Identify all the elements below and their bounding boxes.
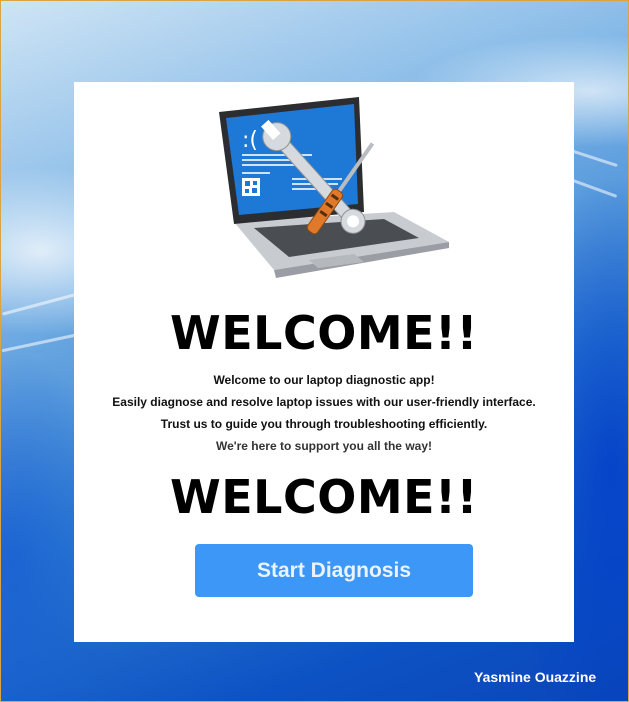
intro-text: Welcome to our laptop diagnostic app! Ea… [74, 369, 574, 457]
laptop-repair-icon: :( [219, 97, 449, 278]
intro-line-4: We're here to support you all the way! [215, 439, 432, 453]
screen-face-text: :( [242, 128, 258, 153]
intro-line-1: Welcome to our laptop diagnostic app! [213, 373, 435, 387]
author-credit: Yasmine Ouazzine [474, 669, 597, 685]
welcome-title-bottom: WELCOME!! [170, 470, 478, 524]
welcome-panel: :(WELCOME!! Welcome to our laptop diagn… [74, 82, 574, 642]
app-window: :(WELCOME!! Welcome to our laptop diagn… [0, 0, 629, 702]
intro-line-2: Easily diagnose and resolve laptop issue… [112, 395, 536, 409]
welcome-title-top: WELCOME!! [170, 306, 478, 360]
intro-line-3: Trust us to guide you through troublesho… [160, 417, 488, 431]
background-streak [1, 332, 81, 353]
start-diagnosis-button[interactable]: Start Diagnosis [195, 544, 473, 597]
